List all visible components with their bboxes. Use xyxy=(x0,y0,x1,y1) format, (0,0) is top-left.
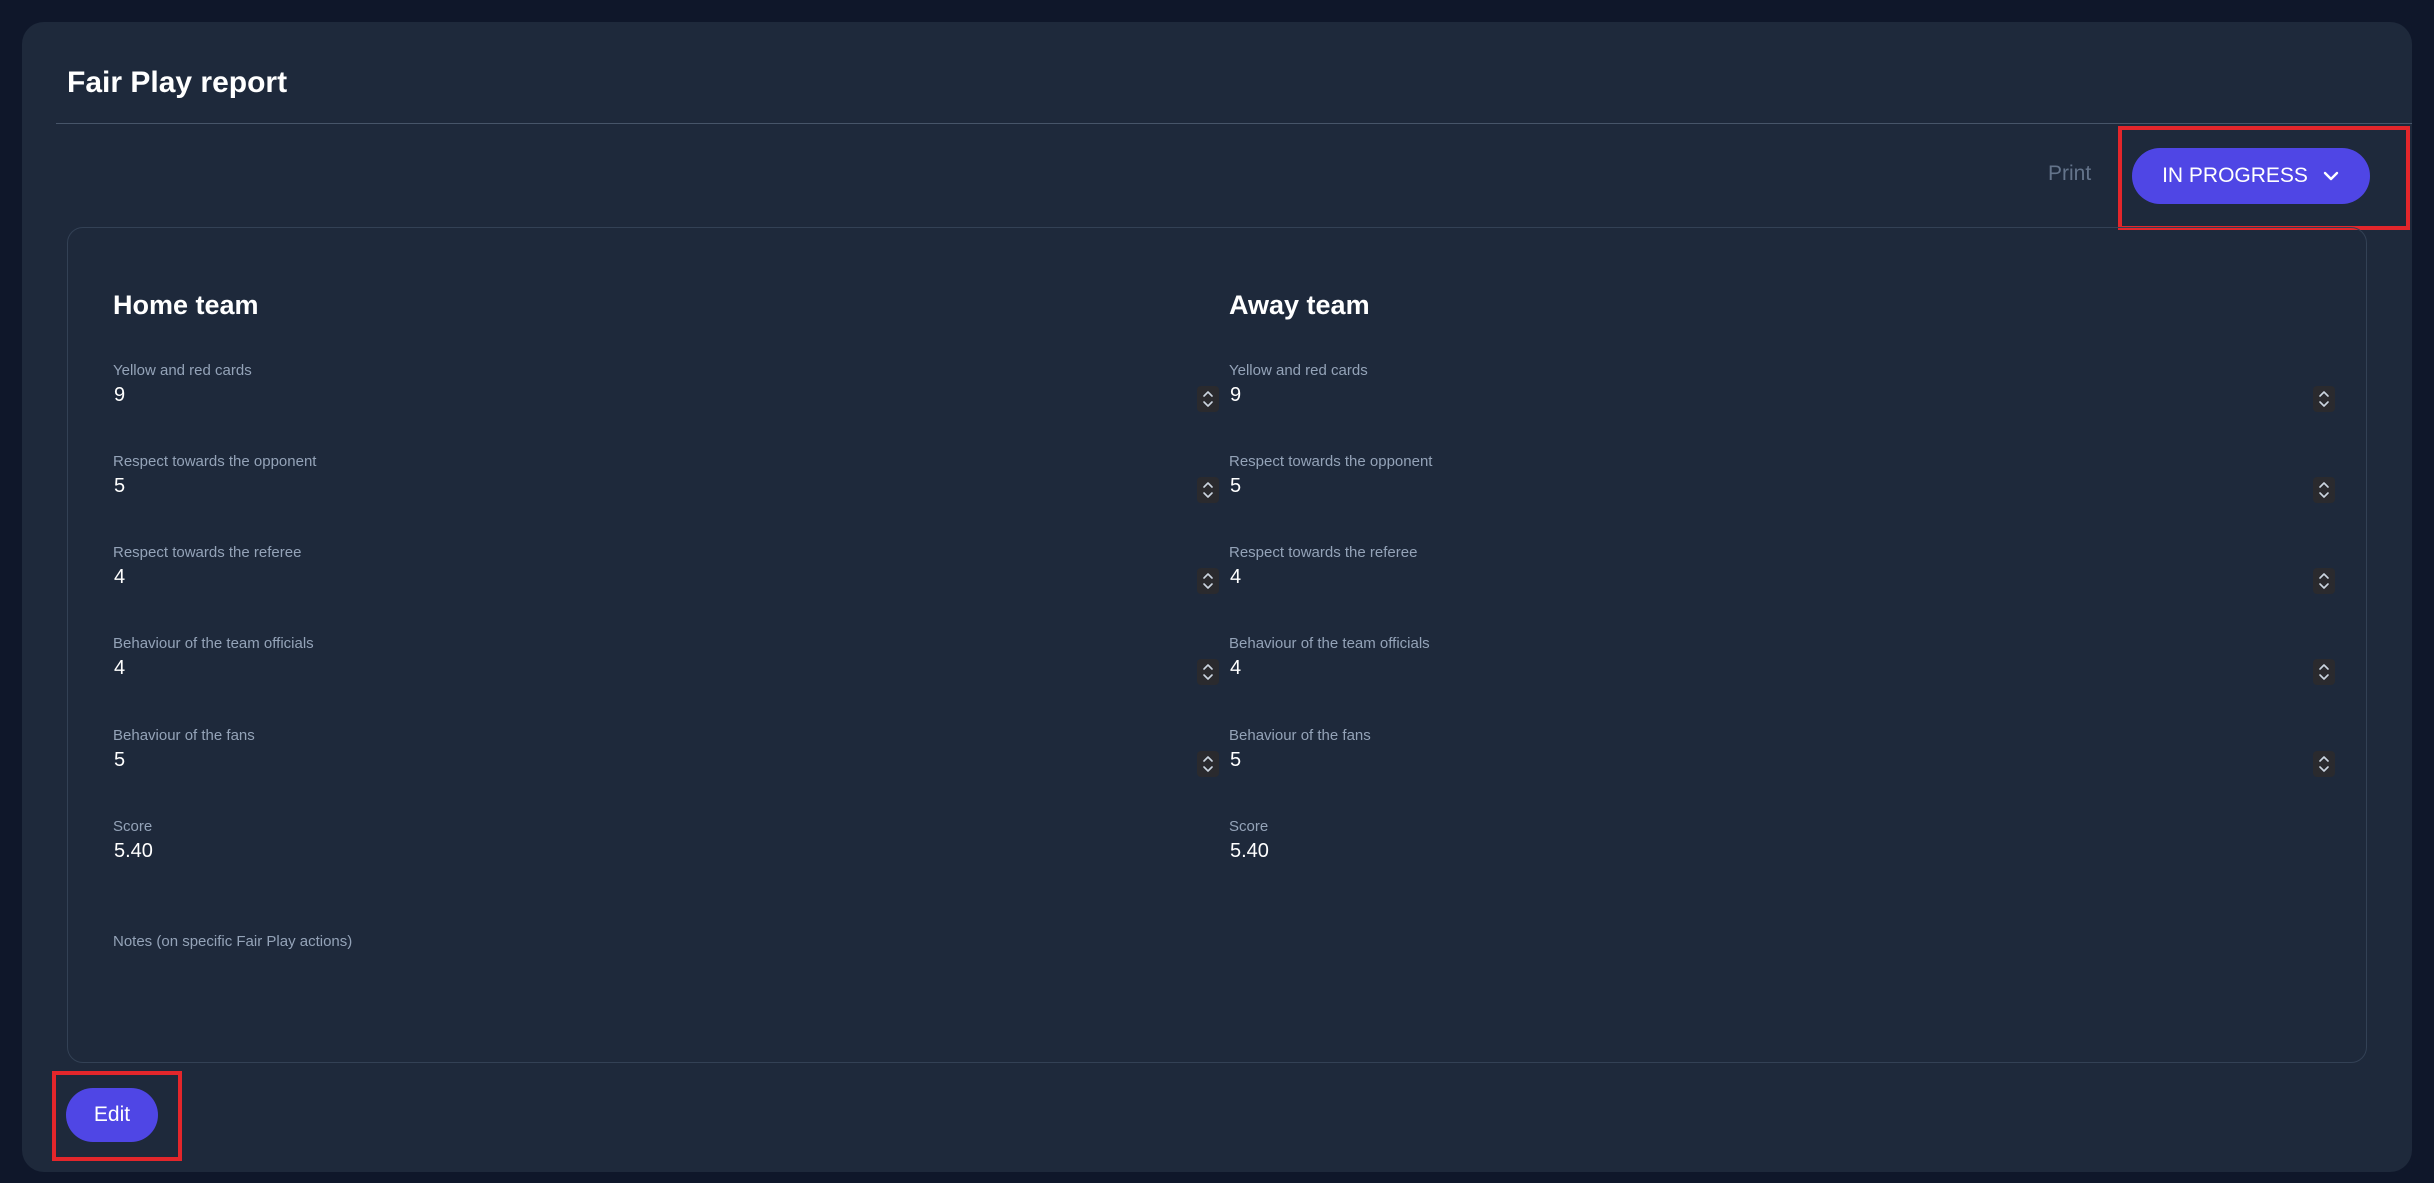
field-label: Behaviour of the fans xyxy=(1229,727,1371,744)
edit-highlight-box xyxy=(52,1071,182,1161)
stepper-arrows-icon xyxy=(2319,664,2329,680)
notes-label[interactable]: Notes (on specific Fair Play actions) xyxy=(113,933,352,950)
field-value[interactable]: 4 xyxy=(114,657,125,680)
teams-panel: Home team Yellow and red cards 9 Respect… xyxy=(67,227,2367,1063)
field-value[interactable]: 9 xyxy=(114,384,125,407)
number-stepper[interactable] xyxy=(1197,751,1219,777)
away-team-officials-field[interactable]: Behaviour of the team officials 4 xyxy=(1229,635,2335,705)
field-label: Respect towards the opponent xyxy=(1229,453,1433,470)
field-value[interactable]: 5 xyxy=(114,749,125,772)
away-fans-field[interactable]: Behaviour of the fans 5 xyxy=(1229,727,2335,797)
stepper-arrows-icon xyxy=(1203,482,1213,498)
number-stepper[interactable] xyxy=(2313,477,2335,503)
home-respect-referee-field[interactable]: Respect towards the referee 4 xyxy=(113,544,1219,614)
score-label: Score xyxy=(1229,818,1269,835)
score-value: 5.40 xyxy=(114,840,153,862)
field-label: Behaviour of the team officials xyxy=(113,635,314,652)
status-highlight-box xyxy=(2118,126,2410,230)
stepper-arrows-icon xyxy=(2319,756,2329,772)
away-respect-referee-field[interactable]: Respect towards the referee 4 xyxy=(1229,544,2335,614)
home-fans-field[interactable]: Behaviour of the fans 5 xyxy=(113,727,1219,797)
number-stepper[interactable] xyxy=(2313,386,2335,412)
page-title: Fair Play report xyxy=(67,66,288,99)
field-value[interactable]: 5 xyxy=(114,475,125,498)
print-link[interactable]: Print xyxy=(2048,162,2091,186)
field-value[interactable]: 5 xyxy=(1230,749,1241,772)
field-label: Behaviour of the team officials xyxy=(1229,635,1430,652)
field-value[interactable]: 4 xyxy=(114,566,125,589)
number-stepper[interactable] xyxy=(2313,568,2335,594)
score-label: Score xyxy=(113,818,153,835)
score-value: 5.40 xyxy=(1230,840,1269,862)
field-label: Yellow and red cards xyxy=(113,362,252,379)
away-respect-opponent-field[interactable]: Respect towards the opponent 5 xyxy=(1229,453,2335,523)
number-stepper[interactable] xyxy=(2313,659,2335,685)
home-team-title: Home team xyxy=(113,290,259,320)
number-stepper[interactable] xyxy=(2313,751,2335,777)
away-team-title: Away team xyxy=(1229,290,1370,320)
field-label: Respect towards the referee xyxy=(113,544,302,561)
field-label: Yellow and red cards xyxy=(1229,362,1368,379)
field-value[interactable]: 4 xyxy=(1230,657,1241,680)
field-label: Behaviour of the fans xyxy=(113,727,255,744)
report-card: Fair Play report Print IN PROGRESS Home … xyxy=(22,22,2412,1172)
home-score-field: Score 5.40 xyxy=(113,818,1219,888)
stepper-arrows-icon xyxy=(1203,756,1213,772)
stepper-arrows-icon xyxy=(2319,482,2329,498)
stepper-arrows-icon xyxy=(2319,573,2329,589)
number-stepper[interactable] xyxy=(1197,659,1219,685)
home-respect-opponent-field[interactable]: Respect towards the opponent 5 xyxy=(113,453,1219,523)
number-stepper[interactable] xyxy=(1197,477,1219,503)
number-stepper[interactable] xyxy=(1197,568,1219,594)
away-yellow-red-cards-field[interactable]: Yellow and red cards 9 xyxy=(1229,362,2335,432)
field-value[interactable]: 4 xyxy=(1230,566,1241,589)
number-stepper[interactable] xyxy=(1197,386,1219,412)
title-divider xyxy=(56,123,2412,124)
home-yellow-red-cards-field[interactable]: Yellow and red cards 9 xyxy=(113,362,1219,432)
stepper-arrows-icon xyxy=(1203,573,1213,589)
field-value[interactable]: 9 xyxy=(1230,384,1241,407)
field-value[interactable]: 5 xyxy=(1230,475,1241,498)
stepper-arrows-icon xyxy=(1203,391,1213,407)
away-score-field: Score 5.40 xyxy=(1229,818,2335,888)
field-label: Respect towards the opponent xyxy=(113,453,317,470)
stepper-arrows-icon xyxy=(2319,391,2329,407)
field-label: Respect towards the referee xyxy=(1229,544,1418,561)
stepper-arrows-icon xyxy=(1203,664,1213,680)
home-team-officials-field[interactable]: Behaviour of the team officials 4 xyxy=(113,635,1219,705)
